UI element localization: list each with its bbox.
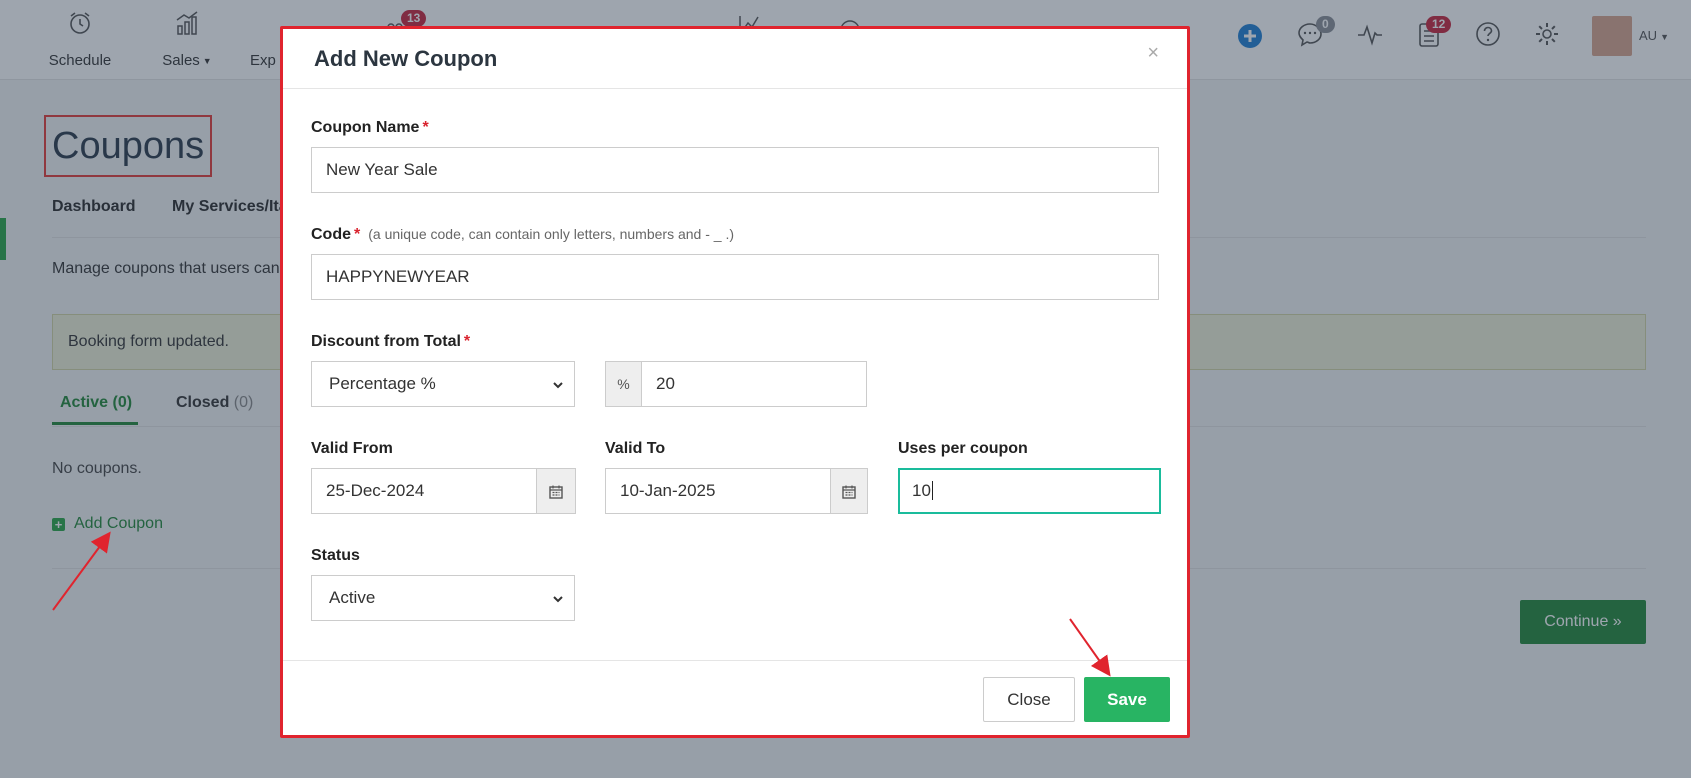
required-marker: * — [463, 333, 471, 350]
code-label-text: Code — [311, 226, 351, 243]
discount-label-text: Discount from Total — [311, 333, 461, 350]
modal-footer-divider — [283, 660, 1187, 661]
valid-from-calendar-button[interactable] — [536, 468, 576, 514]
uses-per-coupon-label: Uses per coupon — [898, 440, 1028, 457]
valid-to-label: Valid To — [605, 440, 666, 457]
coupon-name-input[interactable]: New Year Sale — [311, 147, 1159, 193]
required-marker: * — [354, 226, 361, 243]
percent-addon: % — [605, 361, 642, 407]
valid-to-calendar-button[interactable] — [830, 468, 868, 514]
coupon-name-label: Coupon Name * — [311, 119, 429, 137]
add-coupon-modal: Add New Coupon × Coupon Name * New Year S… — [280, 26, 1190, 738]
discount-amount-input[interactable]: 20 — [641, 361, 867, 407]
valid-from-input[interactable]: 25-Dec-2024 — [311, 468, 537, 514]
uses-per-coupon-value: 10 — [912, 481, 931, 500]
valid-to-input[interactable]: 10-Jan-2025 — [605, 468, 831, 514]
code-label: Code * (a unique code, can contain only le… — [311, 226, 734, 244]
modal-title: Add New Coupon — [314, 46, 498, 71]
text-cursor — [931, 481, 933, 500]
modal-header: Add New Coupon × — [283, 29, 1187, 89]
discount-type-value: Percentage % — [329, 374, 436, 393]
code-hint: (a unique code, can contain only letters… — [368, 226, 734, 242]
chevron-down-icon — [552, 576, 564, 620]
status-select[interactable]: Active — [311, 575, 575, 621]
chevron-down-icon — [552, 362, 564, 406]
save-button[interactable]: Save — [1084, 677, 1170, 722]
code-input[interactable]: HAPPYNEWYEAR — [311, 254, 1159, 300]
discount-type-select[interactable]: Percentage % — [311, 361, 575, 407]
valid-from-label: Valid From — [311, 440, 393, 457]
status-label: Status — [311, 547, 360, 564]
discount-label: Discount from Total * — [311, 333, 470, 351]
required-marker: * — [422, 119, 429, 136]
calendar-icon — [842, 485, 856, 499]
status-value: Active — [329, 588, 376, 607]
calendar-icon — [549, 485, 563, 499]
coupon-name-label-text: Coupon Name — [311, 119, 420, 136]
close-icon[interactable]: × — [1147, 42, 1159, 65]
uses-per-coupon-input[interactable]: 10 — [898, 468, 1161, 514]
close-button[interactable]: Close — [983, 677, 1075, 722]
